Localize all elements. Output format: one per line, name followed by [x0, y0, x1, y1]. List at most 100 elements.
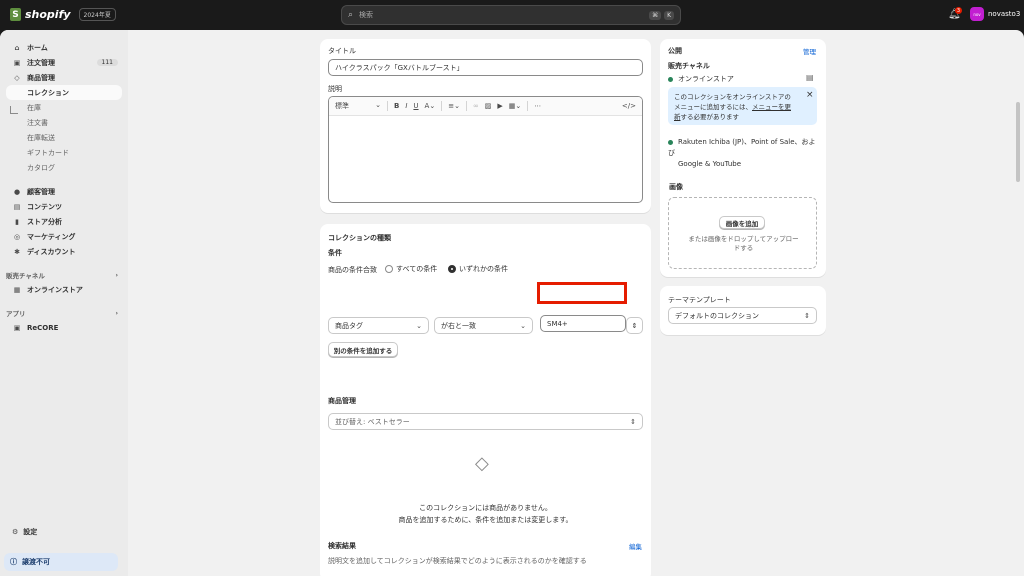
search-bar[interactable]: ⌕ 検索 ⌘ K [341, 5, 681, 25]
chevron-right-icon: › [115, 309, 118, 317]
other-channels: Rakuten Ichiba (JP)、Point of Sale、および Go… [668, 137, 820, 170]
image-dropzone[interactable]: 画像を追加 または画像をドロップしてアップロー ドする [668, 197, 817, 269]
sidebar-item-catalogs[interactable]: カタログ [6, 160, 122, 175]
sidebar-item-transfers[interactable]: 在庫転送 [6, 130, 122, 145]
title-input[interactable]: ハイクラスパック「GXバトルブースト」 [328, 59, 643, 76]
sidebar-item-label: 注文管理 [27, 58, 55, 67]
admin-shell: ⌂ ホーム ▣ 注文管理 111 ◇ 商品管理 コレクション 在庫 注文書 在庫… [0, 30, 1024, 576]
condition-stepper[interactable]: ⇕ [626, 317, 643, 334]
chevron-down-icon: ⌄ [520, 321, 526, 330]
transfer-status-banner[interactable]: ⓘ 譲渡不可 [4, 553, 118, 571]
theme-template-value: デフォルトのコレクション [675, 311, 759, 320]
close-icon[interactable]: × [806, 90, 814, 100]
add-image-button[interactable]: 画像を追加 [719, 216, 765, 229]
gear-icon: ⚙ [12, 528, 19, 536]
selector-icon: ⇕ [631, 321, 638, 330]
toolbar-divider [387, 101, 388, 111]
sidebar-item-analytics[interactable]: ▮ ストア分析 [6, 214, 122, 229]
discount-icon: ✱ [14, 247, 20, 256]
sidebar-item-discounts[interactable]: ✱ ディスカウント [6, 244, 122, 259]
radio-circle [385, 265, 393, 273]
calendar-icon[interactable]: ▤ [806, 73, 814, 82]
theme-template-select[interactable]: デフォルトのコレクション ⇕ [668, 307, 817, 324]
sidebar-item-label: コレクション [27, 88, 69, 97]
banner-text-2: メニューに追加するには、 [674, 103, 752, 111]
page-scrollbar[interactable] [1016, 102, 1020, 182]
target-icon: ◎ [13, 232, 21, 241]
sidebar-item-label: 商品管理 [27, 73, 55, 82]
other-channels-line-2: Google & YouTube [678, 160, 742, 168]
add-condition-button[interactable]: 別の条件を追加する [328, 342, 398, 357]
bold-icon[interactable]: B [394, 102, 399, 110]
text-color-icon[interactable]: A⌄ [425, 102, 436, 110]
sort-select[interactable]: 並び替え: ベストセラー ⇕ [328, 413, 643, 430]
status-dot [668, 139, 673, 145]
manage-link[interactable]: 管理 [803, 46, 816, 56]
avatar[interactable]: nov [970, 7, 984, 21]
condition-field-value: 商品タグ [335, 321, 363, 330]
status-dot [668, 76, 673, 82]
home-icon: ⌂ [14, 43, 20, 52]
sidebar-item-gift-cards[interactable]: ギフトカード [6, 145, 122, 160]
image-icon[interactable]: ▨ [485, 102, 492, 110]
transfer-status-label: 譲渡不可 [22, 558, 50, 566]
banner-text-1: このコレクションをオンラインストアの [674, 93, 791, 101]
sidebar-item-marketing[interactable]: ◎ マーケティング [6, 229, 122, 244]
more-icon[interactable]: ⋯ [534, 102, 541, 110]
table-icon[interactable]: ▦⌄ [509, 102, 521, 110]
condition-field-select[interactable]: 商品タグ ⌄ [328, 317, 429, 334]
sort-select-value: 並び替え: ベストセラー [335, 417, 410, 426]
store-icon: ▦ [13, 285, 21, 294]
selector-icon: ⇕ [630, 417, 636, 426]
sidebar-item-label: ReCORE [27, 323, 59, 332]
apps-section[interactable]: アプリ › [6, 306, 122, 320]
search-results-card: 検索結果 編集 説明文を追加してコレクションが検索結果でどのように表示されるのか… [320, 532, 651, 576]
sidebar-item-content[interactable]: ▤ コンテンツ [6, 199, 122, 214]
underline-icon[interactable]: U [413, 102, 418, 110]
radio-label: いずれかの条件 [459, 265, 508, 273]
video-icon[interactable]: ▶ [497, 102, 502, 110]
title-input-value: ハイクラスパック「GXバトルブースト」 [335, 63, 464, 72]
seo-edit-link[interactable]: 編集 [629, 541, 642, 551]
sidebar-item-recore[interactable]: ▣ ReCORE [6, 320, 122, 335]
condition-value: SM4+ [547, 319, 568, 328]
update-menu-link[interactable]: メニューを更 [752, 103, 791, 111]
section-label: アプリ [6, 310, 26, 318]
selector-icon: ⇕ [804, 311, 810, 320]
store-name[interactable]: novasto3 [988, 10, 1020, 18]
condition-operator-value: が右と一致 [441, 321, 476, 330]
sidebar-nav: ⌂ ホーム ▣ 注文管理 111 ◇ 商品管理 コレクション 在庫 注文書 在庫… [6, 40, 122, 335]
radio-label: すべての条件 [396, 265, 438, 273]
sales-channels-section[interactable]: 販売チャネル › [6, 268, 122, 282]
format-select[interactable]: 標準 ⌄ [335, 101, 381, 111]
sidebar-item-settings[interactable]: ⚙ 設定 [12, 527, 37, 537]
code-icon[interactable]: </> [622, 102, 636, 110]
sidebar-item-inventory[interactable]: 在庫 [6, 100, 122, 115]
sidebar-item-label: 在庫転送 [27, 133, 55, 142]
shopify-logo[interactable]: S shopify 2024年夏 [10, 8, 116, 21]
sidebar-item-orders[interactable]: ▣ 注文管理 111 [6, 55, 122, 70]
match-label: 商品の条件合致 [328, 266, 377, 274]
italic-icon[interactable]: I [405, 102, 407, 110]
link-icon[interactable]: ∞ [473, 102, 479, 110]
radio-all-conditions[interactable]: すべての条件 [385, 264, 437, 274]
logo-text: shopify [25, 8, 71, 21]
sidebar-item-customers[interactable]: ● 顧客管理 [6, 184, 122, 199]
products-heading: 商品管理 [328, 397, 356, 405]
sidebar-item-label: 顧客管理 [27, 187, 55, 196]
sidebar-item-products[interactable]: ◇ 商品管理 [6, 70, 122, 85]
condition-operator-select[interactable]: が右と一致 ⌄ [434, 317, 533, 334]
sidebar-item-label: ギフトカード [27, 148, 69, 157]
sidebar-item-label: カタログ [27, 163, 55, 172]
align-icon[interactable]: ≡⌄ [448, 102, 460, 110]
condition-value-input[interactable]: SM4+ [540, 315, 626, 332]
shortcut-key-k: K [664, 10, 674, 20]
sidebar-item-home[interactable]: ⌂ ホーム [6, 40, 122, 55]
sidebar-item-collections[interactable]: コレクション [6, 85, 122, 100]
sidebar-item-label: 注文書 [27, 118, 48, 127]
channel-name: オンラインストア [678, 75, 734, 83]
sidebar-item-purchase-orders[interactable]: 注文書 [6, 115, 122, 130]
sales-channels-label: 販売チャネル [668, 62, 710, 70]
sidebar-item-online-store[interactable]: ▦ オンラインストア [6, 282, 122, 297]
radio-any-condition[interactable]: いずれかの条件 [448, 264, 508, 274]
